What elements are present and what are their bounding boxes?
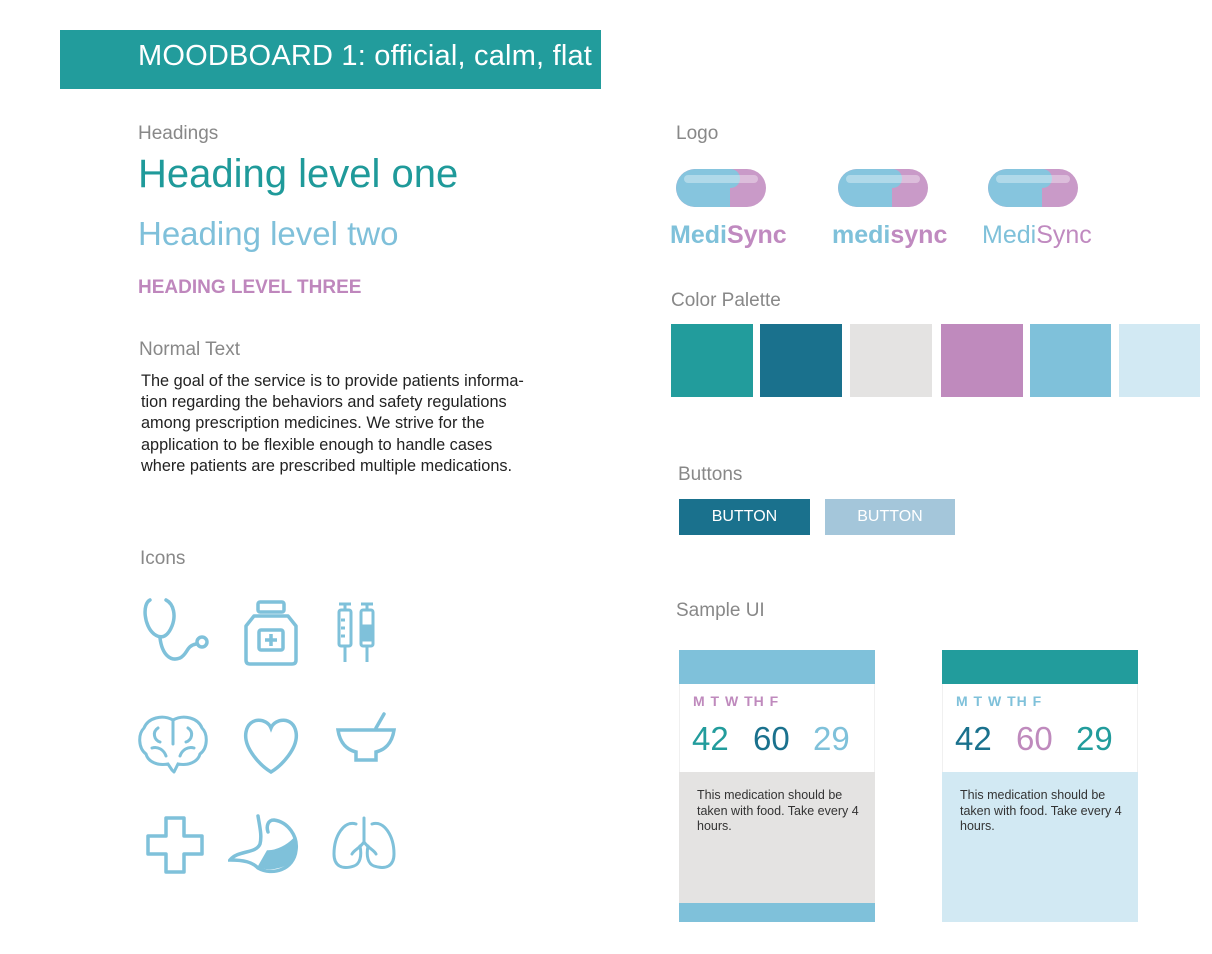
stomach-icon xyxy=(228,814,300,874)
card-header xyxy=(679,650,875,684)
swatch-pale-blue xyxy=(1119,324,1200,397)
heading-level-three: HEADING LEVEL THREE xyxy=(138,277,362,298)
card-value: 42 xyxy=(955,720,992,757)
card-value: 60 xyxy=(1016,720,1053,757)
logo-text-sync: Sync xyxy=(726,221,787,249)
sample-ui-card-teal: M T W TH F 42 60 29 This medication shou… xyxy=(942,650,1138,922)
card-message: This medication should be taken with foo… xyxy=(697,788,859,833)
syringes-icon xyxy=(333,600,379,668)
medical-cross-icon xyxy=(146,816,206,874)
card-schedule: M T W TH F 42 60 29 xyxy=(942,684,1138,772)
paragraph-line: tion regarding the behaviors and safety … xyxy=(141,393,507,412)
paragraph-line: where patients are prescribed multiple m… xyxy=(141,456,513,475)
card-value: 60 xyxy=(753,720,790,757)
swatch-pink xyxy=(941,324,1023,397)
card-days: M T W TH F xyxy=(693,693,780,709)
logo-wordmark: MediSync xyxy=(670,221,787,250)
logo-wordmark: MediSync xyxy=(982,221,1092,250)
capsule-logo-icon xyxy=(988,169,1078,207)
stethoscope-icon xyxy=(140,596,212,666)
heading-level-one: Heading level one xyxy=(138,152,459,196)
card-value: 42 xyxy=(692,720,729,757)
card-body: This medication should be taken with foo… xyxy=(679,772,875,922)
swatch-light-blue xyxy=(1030,324,1111,397)
card-value: 29 xyxy=(1076,720,1113,757)
logo-label: Logo xyxy=(676,123,719,144)
banner-title: MOODBOARD 1: official, calm, flat xyxy=(138,40,593,72)
buttons-label: Buttons xyxy=(678,464,743,485)
capsule-logo-icon xyxy=(838,169,928,207)
medicine-bottle-icon xyxy=(244,600,298,666)
sample-ui-label: Sample UI xyxy=(676,600,765,621)
icons-label: Icons xyxy=(140,548,186,569)
primary-button[interactable]: BUTTON xyxy=(679,499,810,535)
logo-text-sync: sync xyxy=(890,221,948,249)
logo-text-medi: medi xyxy=(832,221,891,249)
capsule-logo-icon xyxy=(676,169,766,207)
paragraph-line: application to be flexible enough to han… xyxy=(141,435,493,454)
logo-text-sync: Sync xyxy=(1036,221,1092,249)
swatch-dark-teal xyxy=(760,324,842,397)
card-body: This medication should be taken with foo… xyxy=(942,772,1138,922)
sample-ui-card-light: M T W TH F 42 60 29 This medication shou… xyxy=(679,650,875,922)
logo-wordmark: medisync xyxy=(832,221,947,250)
paragraph-line: The goal of the service is to provide pa… xyxy=(141,372,524,390)
swatch-teal xyxy=(671,324,753,397)
heart-icon xyxy=(243,716,299,774)
lungs-icon xyxy=(330,816,398,872)
color-palette-label: Color Palette xyxy=(671,290,781,311)
card-header xyxy=(942,650,1138,684)
logo-text-medi: Medi xyxy=(670,221,727,249)
moodboard-banner: MOODBOARD 1: official, calm, flat xyxy=(60,30,601,89)
headings-label: Headings xyxy=(138,123,219,144)
mortar-pestle-icon xyxy=(336,710,396,766)
brain-icon xyxy=(138,714,208,774)
card-footer xyxy=(679,903,875,922)
logo-text-medi: Medi xyxy=(982,221,1037,249)
normal-text-paragraph: The goal of the service is to provide pa… xyxy=(141,371,571,477)
paragraph-line: among prescription medicines. We strive … xyxy=(141,414,485,433)
secondary-button[interactable]: BUTTON xyxy=(825,499,955,535)
normal-text-label: Normal Text xyxy=(139,339,241,360)
card-schedule: M T W TH F 42 60 29 xyxy=(679,684,875,772)
card-days: M T W TH F xyxy=(956,693,1043,709)
card-value: 29 xyxy=(813,720,850,757)
swatch-grey xyxy=(850,324,932,397)
card-message: This medication should be taken with foo… xyxy=(960,788,1122,833)
heading-level-two: Heading level two xyxy=(138,215,399,252)
